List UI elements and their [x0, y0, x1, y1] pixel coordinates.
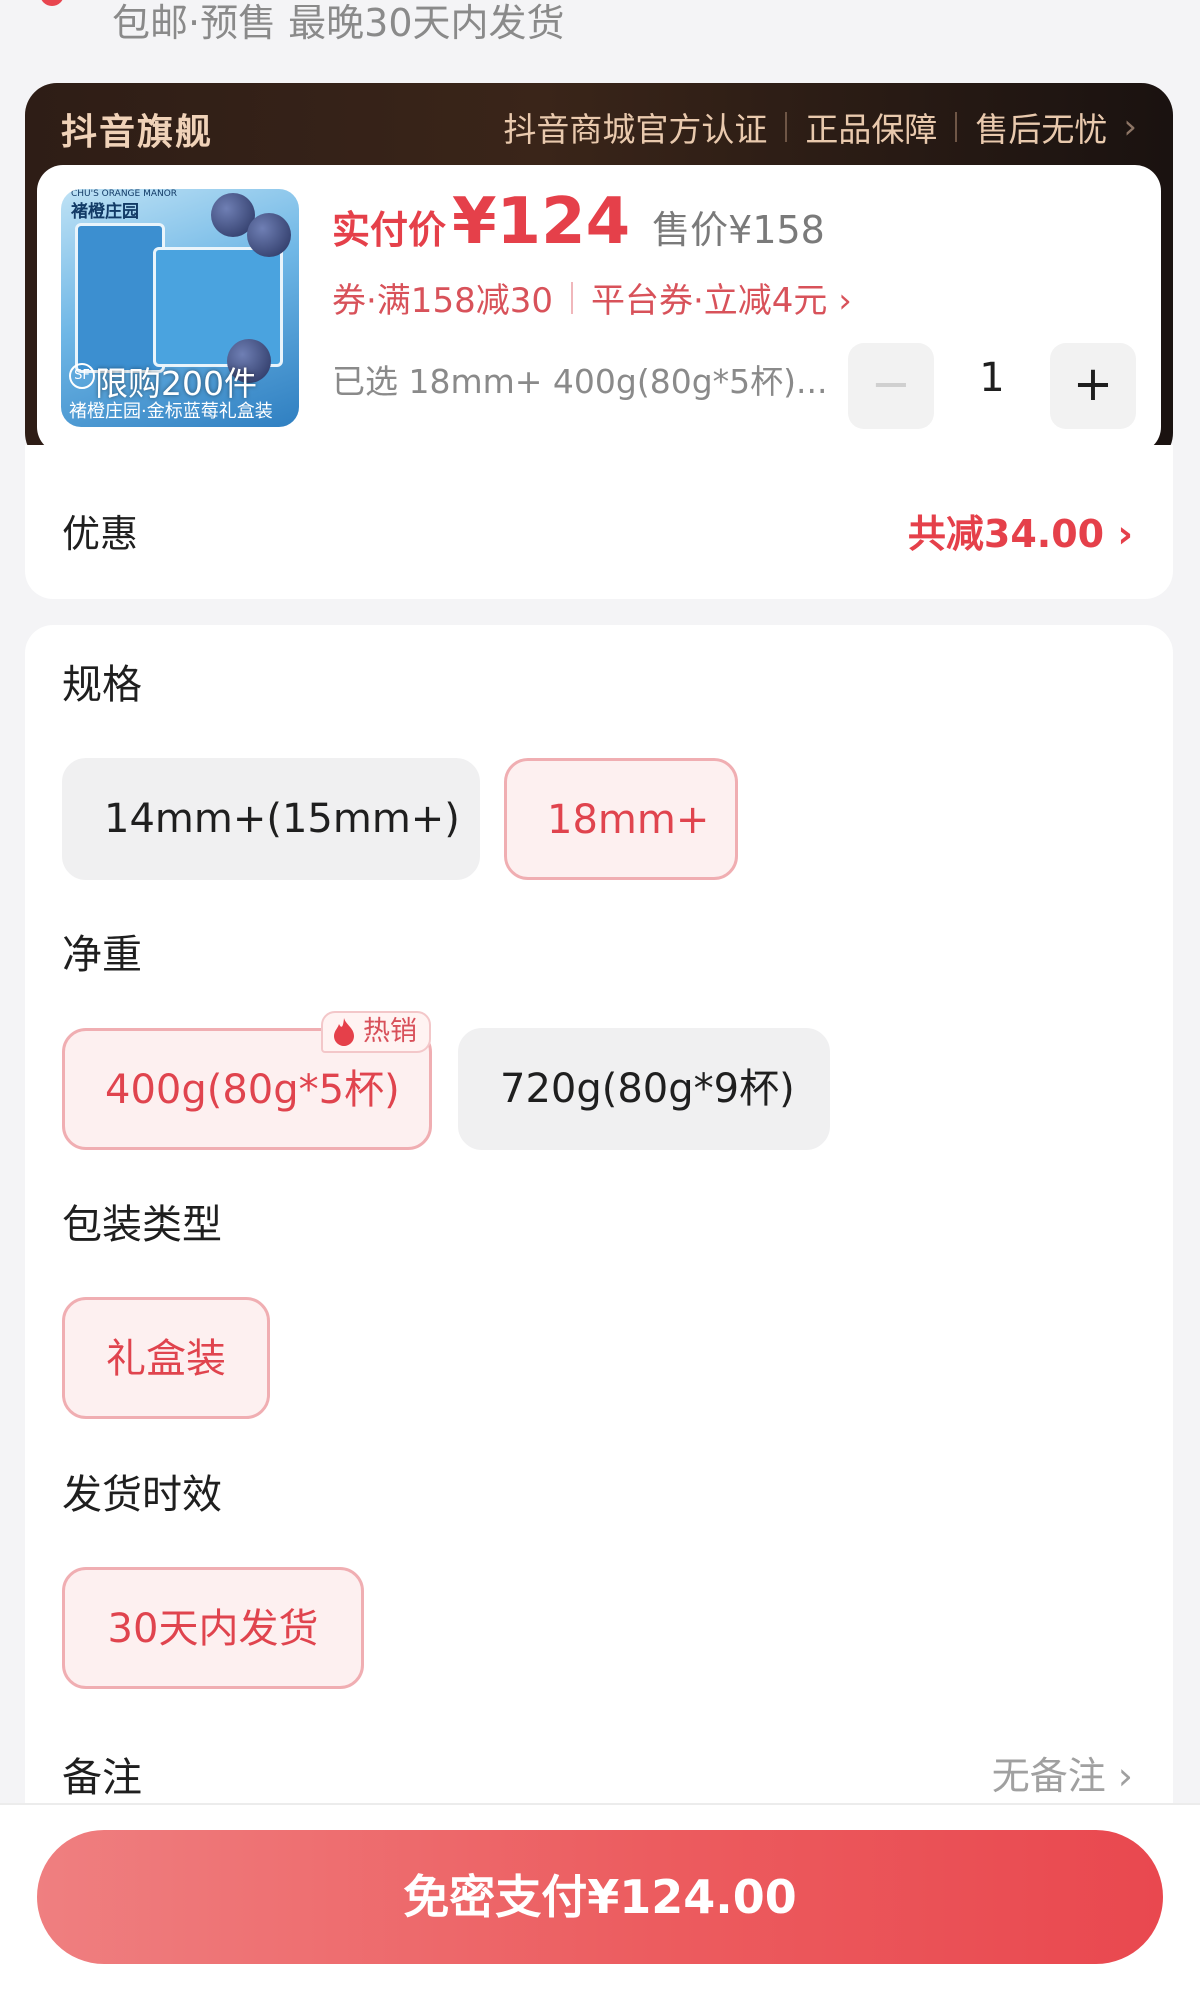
- selected-variant: 已选 18mm+ 400g(80g*5杯)...: [332, 362, 828, 401]
- remark-label: 备注: [62, 1755, 142, 1801]
- option-label: 400g(80g*5杯): [105, 1067, 400, 1113]
- coupon-row[interactable]: 券·满158减30 平台券·立减4元 ›: [332, 273, 852, 322]
- quantity-decrease-button[interactable]: −: [848, 343, 934, 429]
- section-title-spec: 规格: [62, 662, 142, 708]
- hot-sale-label: 热销: [363, 1016, 417, 1047]
- store-tag-genuine: 正品保障: [805, 110, 938, 149]
- chevron-right-icon[interactable]: ›: [1123, 107, 1137, 147]
- product-summary: CHU'S ORANGE MANOR 褚橙庄园 SF 限购200件 褚橙庄园·金…: [37, 165, 1161, 453]
- store-bar[interactable]: 抖音旗舰 抖音商城官方认证 正品保障 售后无忧 ›: [25, 83, 1173, 163]
- original-price: 售价¥158: [652, 208, 825, 252]
- thumb-brand: 褚橙庄园: [71, 202, 139, 222]
- option-spec-14mm[interactable]: 14mm+(15mm+): [62, 758, 480, 880]
- product-card: 抖音旗舰 抖音商城官方认证 正品保障 售后无忧 › CHU'S ORANGE M…: [25, 83, 1173, 465]
- quantity-increase-button[interactable]: +: [1050, 343, 1136, 429]
- platform-coupon[interactable]: 平台券·立减4元 ›: [591, 273, 852, 322]
- divider: [955, 112, 958, 142]
- store-name: 抖音旗舰: [61, 112, 214, 153]
- section-title-weight: 净重: [62, 932, 142, 978]
- option-weight-400g[interactable]: 400g(80g*5杯) 热销: [62, 1011, 432, 1150]
- actual-price-value: ¥124: [452, 185, 631, 259]
- section-title-package: 包装类型: [62, 1202, 222, 1248]
- gift-box-illustration: [75, 223, 165, 373]
- option-weight-720g[interactable]: 720g(80g*9杯): [458, 1028, 830, 1150]
- shipping-line: 包邮·预售 最晚30天内发货: [0, 0, 1200, 60]
- shipping-text: 包邮·预售 最晚30天内发货: [112, 1, 565, 45]
- option-delivery-30days[interactable]: 30天内发货: [62, 1567, 364, 1689]
- price-row: 实付价 ¥124 售价¥158: [332, 185, 825, 259]
- store-coupon: 券·满158减30: [332, 281, 553, 321]
- store-tags[interactable]: 抖音商城官方认证 正品保障 售后无忧 ›: [503, 103, 1137, 151]
- store-tag-aftersale: 售后无忧: [975, 110, 1108, 149]
- product-thumbnail[interactable]: CHU'S ORANGE MANOR 褚橙庄园 SF 限购200件 褚橙庄园·金…: [61, 189, 299, 427]
- option-spec-18mm[interactable]: 18mm+: [504, 758, 738, 880]
- shipping-dot-icon: [40, 0, 64, 6]
- remark-value[interactable]: 无备注 ›: [992, 1745, 1133, 1800]
- pay-button[interactable]: 免密支付¥124.00: [37, 1830, 1163, 1964]
- thumb-caption: 褚橙庄园·金标蓝莓礼盒装: [69, 401, 273, 422]
- blueberry-illustration: [247, 213, 291, 257]
- discount-value[interactable]: 共减34.00 ›: [908, 503, 1133, 558]
- sf-express-icon: SF: [69, 363, 95, 389]
- store-tag-certified: 抖音商城官方认证: [503, 110, 768, 149]
- option-package-giftbox[interactable]: 礼盒装: [62, 1297, 270, 1419]
- discount-label: 优惠: [62, 512, 139, 556]
- discount-row[interactable]: 优惠 共减34.00 ›: [25, 445, 1173, 599]
- quantity-value[interactable]: 1: [934, 355, 1050, 401]
- actual-price-label: 实付价: [332, 208, 447, 252]
- divider: [570, 281, 573, 314]
- hot-sale-badge: 热销: [321, 1011, 431, 1053]
- flame-icon: [334, 1018, 354, 1046]
- bottom-bar: 免密支付¥124.00: [0, 1803, 1200, 2000]
- section-title-delivery: 发货时效: [62, 1472, 222, 1518]
- divider: [785, 112, 788, 142]
- options-panel: 规格 14mm+(15mm+) 18mm+ 净重 400g(80g*5杯) 热销…: [25, 625, 1173, 2000]
